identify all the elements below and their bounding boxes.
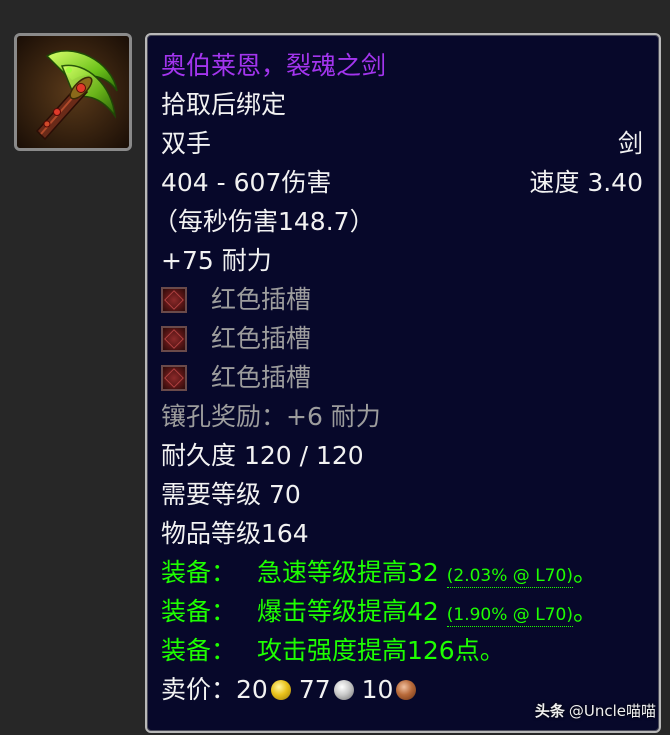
gold-amount: 20 <box>236 675 268 704</box>
equip-text: 急速等级提高32 <box>257 558 439 587</box>
screen: 奥伯莱恩，裂魂之剑 拾取后绑定 双手 剑 404 - 607伤害 速度 3.40… <box>0 0 670 735</box>
socket-label: 红色插槽 <box>211 324 312 353</box>
socket-label: 红色插槽 <box>211 363 312 392</box>
gold-coin-icon <box>270 680 291 700</box>
sword-item-icon <box>17 36 129 148</box>
item-icon-slot[interactable] <box>14 33 132 151</box>
silver-coin-icon <box>333 680 354 700</box>
weapon-type-text: 剑 <box>617 129 643 158</box>
copper-amount: 10 <box>361 675 394 704</box>
socket-row: 红色插槽 <box>161 280 643 319</box>
equip-prefix: 装备： <box>161 597 237 626</box>
item-name: 奥伯莱恩，裂魂之剑 <box>161 51 387 80</box>
stamina-text: +75 耐力 <box>161 246 272 275</box>
copper-coin-icon <box>396 680 417 700</box>
watermark-brand: 头条 <box>534 702 565 720</box>
equip-prefix: 装备： <box>161 636 237 665</box>
equip-prefix: 装备： <box>161 558 237 587</box>
silver-amount: 77 <box>298 675 331 704</box>
slot-row: 双手 剑 <box>161 124 643 163</box>
equip-effect-crit: 装备： 爆击等级提高42 (1.90% @ L70)。 <box>161 592 643 631</box>
watermark-handle: @Uncle喵喵 <box>568 702 656 720</box>
sell-price-label: 卖价： <box>161 675 237 704</box>
item-tooltip: 奥伯莱恩，裂魂之剑 拾取后绑定 双手 剑 404 - 607伤害 速度 3.40… <box>145 33 661 733</box>
red-socket-icon <box>161 365 187 391</box>
red-socket-icon <box>161 287 187 313</box>
red-socket-icon <box>161 326 187 352</box>
damage-row: 404 - 607伤害 速度 3.40 <box>161 163 643 202</box>
speed-text: 速度 3.40 <box>529 168 643 197</box>
durability-text: 耐久度 120 / 120 <box>161 441 364 470</box>
socket-label: 红色插槽 <box>211 285 312 314</box>
equip-effect-ap: 装备： 攻击强度提高126点。 <box>161 631 643 670</box>
damage-text: 404 - 607伤害 <box>161 168 332 197</box>
equip-text: 爆击等级提高42 <box>257 597 439 626</box>
item-level-text: 物品等级164 <box>161 519 309 548</box>
equip-suffix: 。 <box>572 597 598 626</box>
socket-row: 红色插槽 <box>161 358 643 397</box>
equip-suffix: 。 <box>572 558 598 587</box>
socket-bonus-text: 镶孔奖励：+6 耐力 <box>161 402 381 431</box>
binding-text: 拾取后绑定 <box>161 90 287 119</box>
equip-effect-haste: 装备： 急速等级提高32 (2.03% @ L70)。 <box>161 553 643 592</box>
slot-text: 双手 <box>161 129 212 158</box>
equip-detail[interactable]: (2.03% @ L70) <box>446 565 573 588</box>
equip-detail[interactable]: (1.90% @ L70) <box>446 604 573 627</box>
watermark: 头条 @Uncle喵喵 <box>535 700 656 721</box>
required-level-text: 需要等级 70 <box>161 480 301 509</box>
socket-row: 红色插槽 <box>161 319 643 358</box>
equip-text: 攻击强度提高126点。 <box>257 636 505 665</box>
dps-text: （每秒伤害148.7） <box>153 207 375 236</box>
